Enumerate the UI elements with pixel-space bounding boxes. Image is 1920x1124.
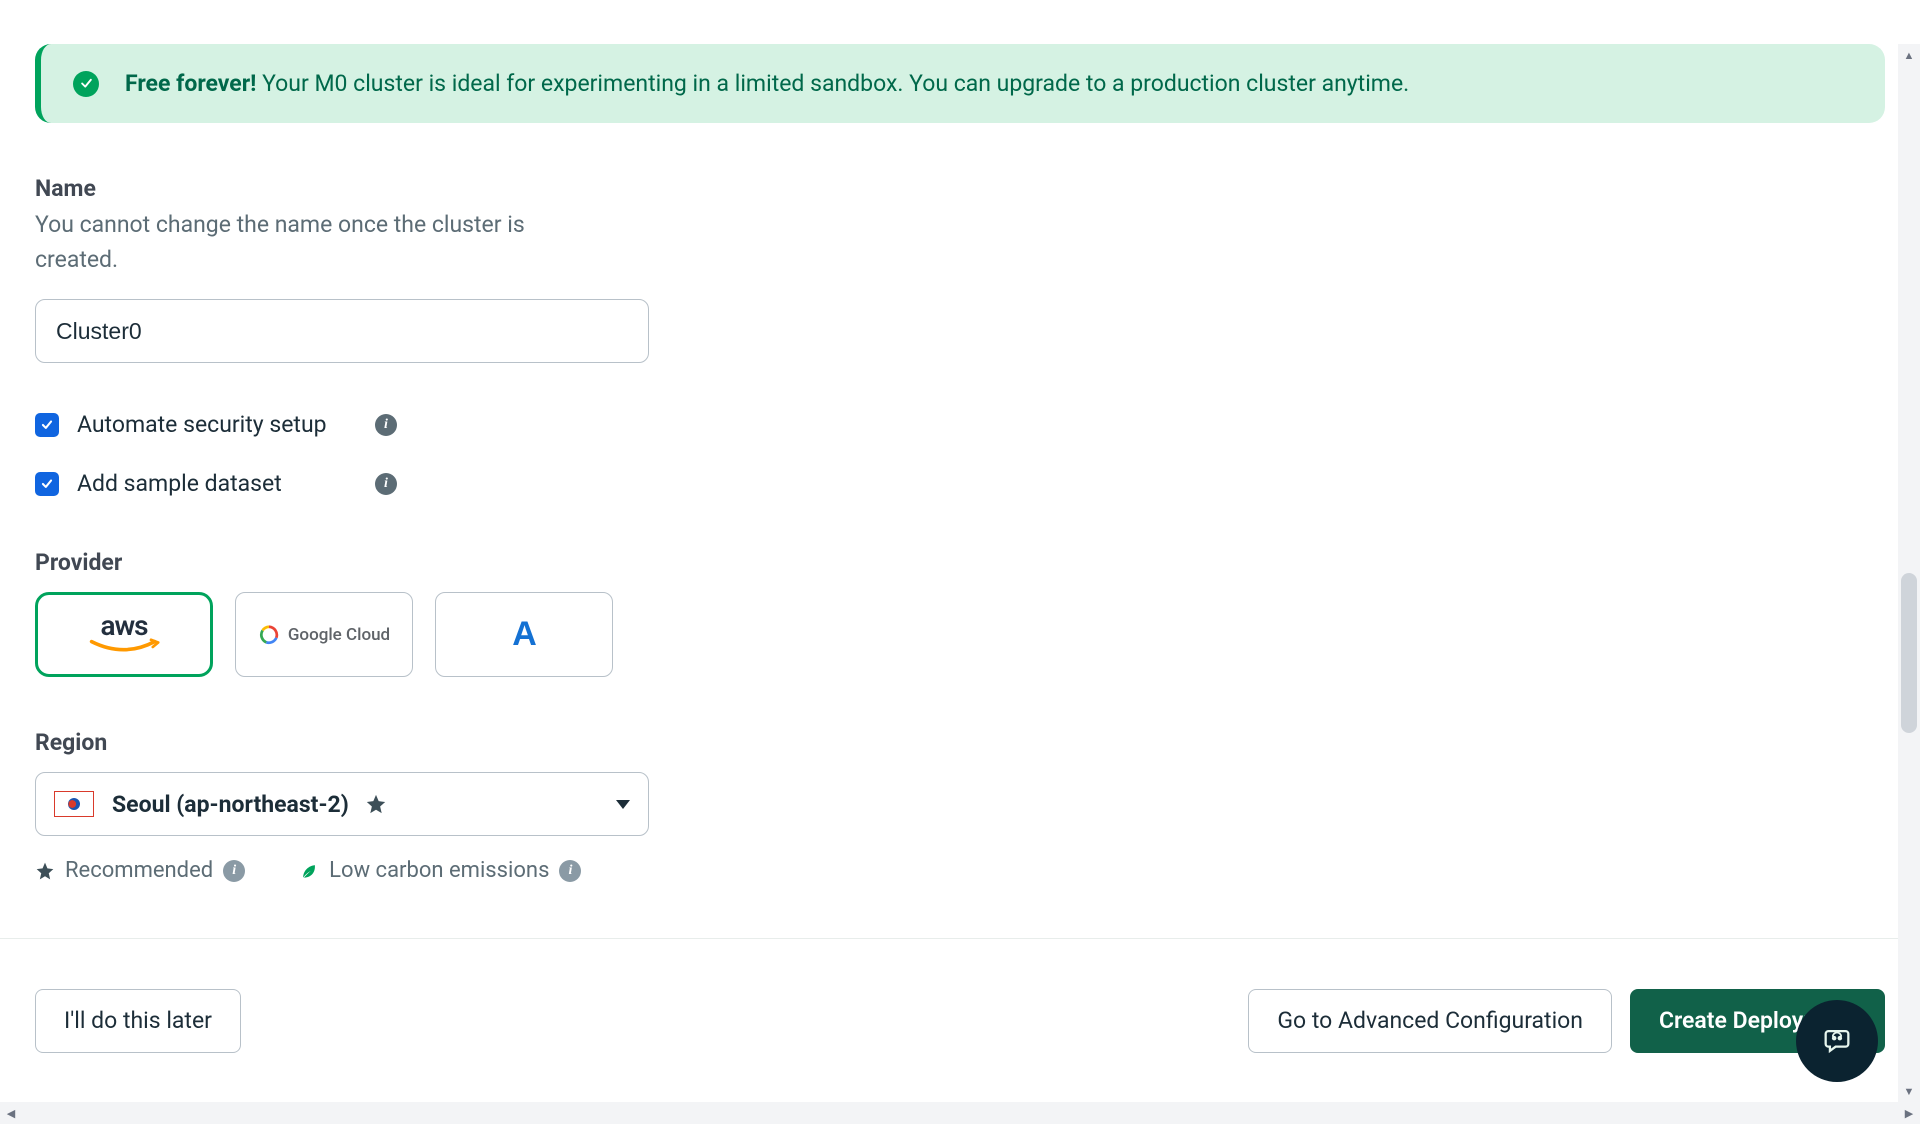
flag-kr-icon: [54, 791, 94, 817]
legend-recommended: Recommended: [65, 858, 213, 883]
star-icon: [35, 861, 55, 881]
vertical-scrollbar[interactable]: ▲ ▼: [1898, 44, 1920, 1102]
name-label: Name: [35, 175, 1885, 202]
info-icon[interactable]: i: [375, 414, 397, 436]
automate-security-checkbox[interactable]: [35, 413, 59, 437]
provider-label: Provider: [35, 549, 1885, 576]
scroll-up-icon[interactable]: ▲: [1898, 44, 1920, 66]
aws-logo-icon: aws: [88, 613, 160, 656]
star-icon: [365, 793, 387, 815]
info-icon[interactable]: i: [375, 473, 397, 495]
region-label: Region: [35, 729, 1885, 756]
leaf-icon: [299, 861, 319, 881]
chat-icon: [1820, 1024, 1854, 1058]
region-select[interactable]: Seoul (ap-northeast-2): [35, 772, 649, 836]
gcp-logo-icon: [258, 624, 280, 646]
legend-lowcarbon: Low carbon emissions: [329, 858, 549, 883]
horizontal-scrollbar[interactable]: ◀ ▶: [0, 1102, 1920, 1124]
provider-aws[interactable]: aws: [35, 592, 213, 677]
name-help: You cannot change the name once the clus…: [35, 208, 575, 277]
region-selected-label: Seoul (ap-northeast-2): [112, 791, 349, 818]
scroll-down-icon[interactable]: ▼: [1898, 1080, 1920, 1102]
azure-logo-icon: A: [512, 615, 536, 654]
info-icon[interactable]: i: [223, 860, 245, 882]
chat-fab-button[interactable]: [1796, 1000, 1878, 1082]
cluster-name-input[interactable]: [35, 299, 649, 363]
free-tier-banner: Free forever! Your M0 cluster is ideal f…: [35, 44, 1885, 123]
provider-azure[interactable]: A: [435, 592, 613, 677]
scroll-right-icon[interactable]: ▶: [1898, 1102, 1920, 1124]
check-circle-icon: [73, 71, 99, 97]
gcp-label: Google Cloud: [288, 625, 390, 645]
do-this-later-button[interactable]: I'll do this later: [35, 989, 241, 1053]
advanced-config-button[interactable]: Go to Advanced Configuration: [1248, 989, 1612, 1053]
add-sample-dataset-checkbox[interactable]: [35, 472, 59, 496]
chevron-down-icon: [616, 800, 630, 809]
automate-security-label: Automate security setup: [77, 411, 357, 438]
footer-bar: I'll do this later Go to Advanced Config…: [0, 938, 1920, 1102]
scroll-left-icon[interactable]: ◀: [0, 1102, 22, 1124]
add-sample-dataset-label: Add sample dataset: [77, 470, 357, 497]
provider-gcp[interactable]: Google Cloud: [235, 592, 413, 677]
info-icon[interactable]: i: [559, 860, 581, 882]
banner-text: Free forever! Your M0 cluster is ideal f…: [125, 68, 1409, 99]
